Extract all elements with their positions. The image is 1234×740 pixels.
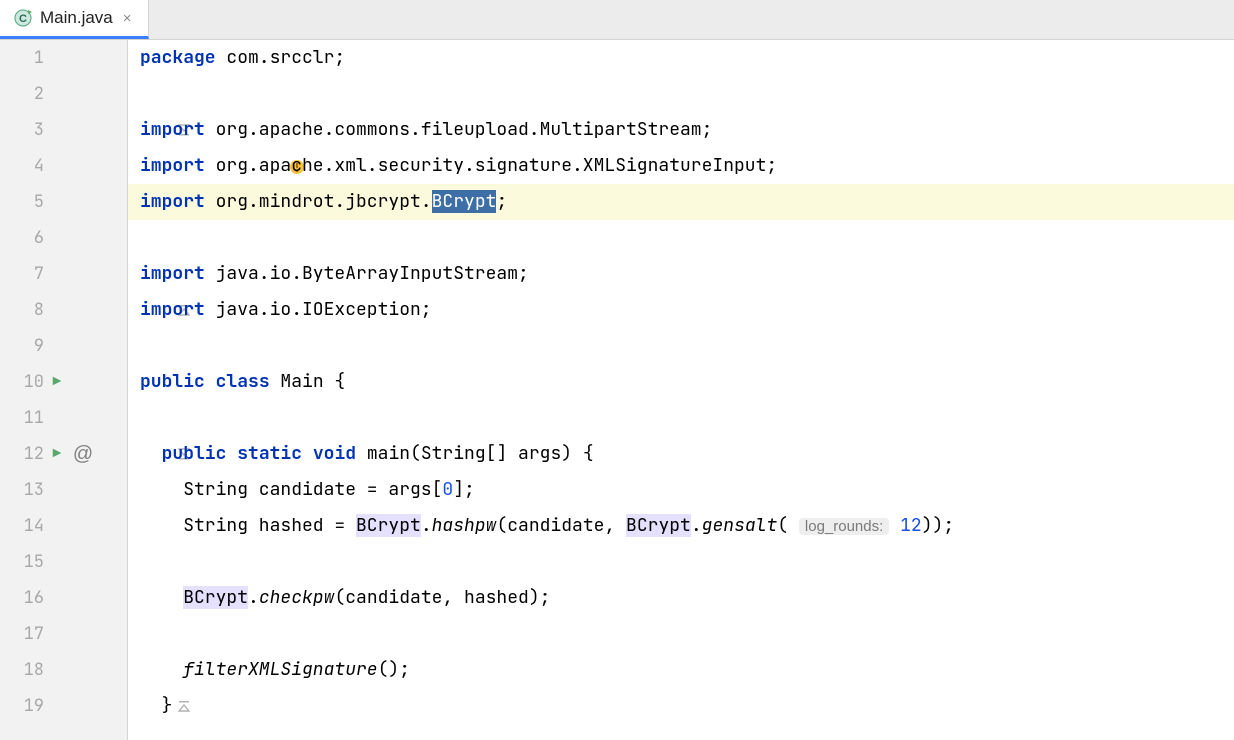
line-number: 9 xyxy=(0,328,44,364)
code-line[interactable] xyxy=(128,328,1234,364)
gutter-row: 15 xyxy=(0,544,127,580)
run-icon[interactable]: ▶ xyxy=(44,364,70,400)
code-line[interactable]: import java.io.ByteArrayInputStream; xyxy=(128,256,1234,292)
line-number: 4 xyxy=(0,148,44,184)
code-line[interactable]: filterXMLSignature(); xyxy=(128,652,1234,688)
fold-icon[interactable] xyxy=(96,400,120,508)
code-line[interactable]: import org.apache.commons.fileupload.Mul… xyxy=(128,112,1234,148)
line-number: 12 xyxy=(0,436,44,472)
close-icon[interactable]: × xyxy=(121,10,134,27)
line-number: 7 xyxy=(0,256,44,292)
selected-text: BCrypt xyxy=(432,190,497,213)
tab-label: Main.java xyxy=(40,8,113,28)
fold-icon[interactable] xyxy=(96,652,120,740)
line-number: 6 xyxy=(0,220,44,256)
gutter-row: 14 xyxy=(0,508,127,544)
gutter-row: 8 xyxy=(0,292,127,328)
line-number: 8 xyxy=(0,292,44,328)
code-line[interactable]: String hashed = BCrypt.hashpw(candidate,… xyxy=(128,508,1234,544)
tab-main-java[interactable]: C Main.java × xyxy=(0,0,149,39)
line-number: 11 xyxy=(0,400,44,436)
gutter: 1 2 3 4 5 6 7 8 xyxy=(0,40,128,740)
code-line[interactable]: import org.apache.xml.security.signature… xyxy=(128,148,1234,184)
line-number: 18 xyxy=(0,652,44,688)
java-class-icon: C xyxy=(14,9,32,27)
line-number: 16 xyxy=(0,580,44,616)
code-line[interactable] xyxy=(128,76,1234,112)
gutter-row: 10 ▶ xyxy=(0,364,127,400)
code-line[interactable] xyxy=(128,616,1234,652)
code-line[interactable]: } xyxy=(128,688,1234,724)
line-number: 5 xyxy=(0,184,44,220)
gutter-row: 3 xyxy=(0,112,127,148)
line-number: 10 xyxy=(0,364,44,400)
line-number: 2 xyxy=(0,76,44,112)
code-line[interactable]: public static void main(String[] args) { xyxy=(128,436,1234,472)
line-number: 14 xyxy=(0,508,44,544)
code-line[interactable]: import org.mindrot.jbcrypt.BCrypt; xyxy=(128,184,1234,220)
code-line[interactable]: String candidate = args[0]; xyxy=(128,472,1234,508)
gutter-row: 1 xyxy=(0,40,127,76)
breakpoint-icon[interactable]: @ xyxy=(70,436,96,472)
gutter-row: 5 xyxy=(0,184,127,220)
fold-icon[interactable] xyxy=(96,76,120,184)
tab-bar: C Main.java × xyxy=(0,0,1234,40)
editor: 1 2 3 4 5 6 7 8 xyxy=(0,40,1234,740)
gutter-row: 12 ▶ @ xyxy=(0,436,127,472)
code-line[interactable] xyxy=(128,544,1234,580)
code-line[interactable]: public class Main { xyxy=(128,364,1234,400)
line-number: 19 xyxy=(0,688,44,724)
code-line[interactable]: import java.io.IOException; xyxy=(128,292,1234,328)
gutter-row: 17 xyxy=(0,616,127,652)
gutter-row: 16 xyxy=(0,580,127,616)
run-icon[interactable]: ▶ xyxy=(44,436,70,472)
gutter-row: 6 xyxy=(0,220,127,256)
parameter-hint: log_rounds: xyxy=(799,518,889,535)
code-line[interactable] xyxy=(128,400,1234,436)
fold-icon[interactable] xyxy=(96,256,120,364)
svg-text:C: C xyxy=(19,13,27,25)
line-number: 15 xyxy=(0,544,44,580)
line-number: 1 xyxy=(0,40,44,76)
code-area[interactable]: package com.srcclr; import org.apache.co… xyxy=(128,40,1234,740)
line-number: 3 xyxy=(0,112,44,148)
gutter-row: 19 xyxy=(0,688,127,724)
line-number: 17 xyxy=(0,616,44,652)
code-line[interactable] xyxy=(128,220,1234,256)
code-line[interactable]: BCrypt.checkpw(candidate, hashed); xyxy=(128,580,1234,616)
line-number: 13 xyxy=(0,472,44,508)
code-line[interactable]: package com.srcclr; xyxy=(128,40,1234,76)
